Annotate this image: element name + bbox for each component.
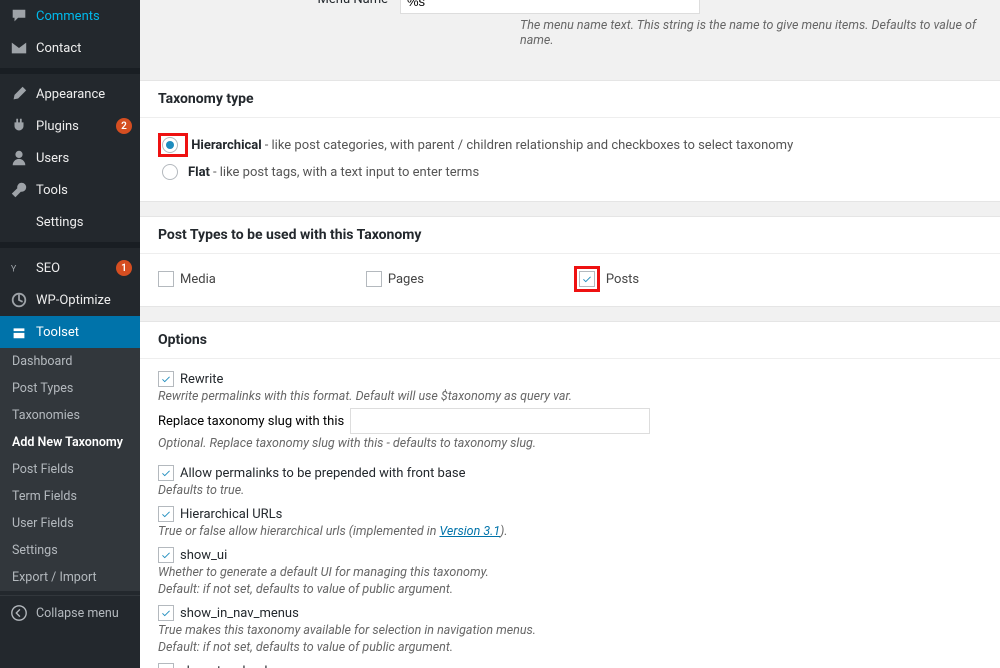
sliders-icon (10, 213, 28, 231)
checkbox-tagcloud[interactable] (158, 663, 174, 668)
highlight-posts (574, 266, 600, 292)
checkbox-posts-label: Posts (606, 272, 639, 287)
options-title: Options (158, 332, 982, 348)
menu-name-input[interactable] (400, 0, 700, 14)
menu-name-desc: The menu name text. This string is the n… (520, 14, 1000, 58)
submenu-dashboard[interactable]: Dashboard (0, 348, 140, 375)
checkbox-show-nav[interactable] (158, 605, 174, 621)
sidebar-item-toolset[interactable]: Toolset (0, 316, 140, 348)
rewrite-label: Rewrite (180, 372, 223, 387)
hier-urls-hint: True or false allow hierarchical urls (i… (158, 524, 982, 539)
checkbox-front-base[interactable] (158, 465, 174, 481)
comments-icon (10, 7, 28, 25)
options-panel: Options Rewrite Rewrite permalinks with … (140, 321, 1000, 668)
tagcloud-label: show_tagcloud (180, 664, 267, 668)
show-ui-hint2: Default: if not set, defaults to value o… (158, 582, 982, 597)
admin-sidebar: Comments Contact Appearance Plugins 2 Us… (0, 0, 140, 668)
hier-urls-label: Hierarchical URLs (180, 507, 282, 522)
wrench-icon (10, 181, 28, 199)
sidebar-item-label: Contact (36, 41, 132, 56)
sidebar-item-label: SEO (36, 261, 108, 276)
sidebar-item-label: Settings (36, 215, 132, 230)
collapse-icon (10, 604, 28, 622)
sidebar-item-label: Toolset (36, 325, 132, 340)
sidebar-item-seo[interactable]: Y SEO 1 (0, 252, 140, 284)
submenu-taxonomies[interactable]: Taxonomies (0, 402, 140, 429)
collapse-menu[interactable]: Collapse menu (0, 595, 140, 630)
radio-hierarchical-label: Hierarchical (191, 138, 261, 153)
submenu-user-fields[interactable]: User Fields (0, 510, 140, 537)
seo-icon: Y (10, 259, 28, 277)
content-area: Menu Name The menu name text. This strin… (140, 0, 1000, 668)
replace-slug-input[interactable] (350, 408, 650, 434)
toolset-submenu: Dashboard Post Types Taxonomies Add New … (0, 348, 140, 591)
sidebar-item-tools[interactable]: Tools (0, 174, 140, 206)
submenu-settings[interactable]: Settings (0, 537, 140, 564)
sidebar-item-wpoptimize[interactable]: WP-Optimize (0, 284, 140, 316)
submenu-post-types[interactable]: Post Types (0, 375, 140, 402)
sidebar-item-comments[interactable]: Comments (0, 0, 140, 32)
post-types-panel: Post Types to be used with this Taxonomy… (140, 216, 1000, 307)
show-nav-hint1: True makes this taxonomy available for s… (158, 623, 982, 638)
menu-name-label: Menu Name (160, 0, 400, 7)
checkbox-pages[interactable] (366, 271, 382, 287)
svg-text:Y: Y (11, 265, 17, 275)
checkbox-media-label: Media (180, 272, 216, 287)
show-nav-label: show_in_nav_menus (180, 606, 299, 621)
radio-hierarchical-desc: - like post categories, with parent / ch… (265, 138, 794, 153)
show-ui-hint1: Whether to generate a default UI for man… (158, 565, 982, 580)
checkbox-hier-urls[interactable] (158, 506, 174, 522)
checkbox-media[interactable] (158, 271, 174, 287)
front-base-label: Allow permalinks to be prepended with fr… (180, 466, 466, 481)
radio-hierarchical[interactable] (162, 137, 178, 153)
checkbox-show-ui[interactable] (158, 547, 174, 563)
optimize-icon (10, 291, 28, 309)
rewrite-hint: Rewrite permalinks with this format. Def… (158, 389, 982, 404)
sidebar-item-users[interactable]: Users (0, 142, 140, 174)
post-types-title: Post Types to be used with this Taxonomy (158, 227, 982, 243)
taxonomy-type-title: Taxonomy type (158, 91, 982, 107)
sidebar-item-label: Tools (36, 183, 132, 198)
replace-slug-label: Replace taxonomy slug with this (158, 414, 344, 429)
radio-flat[interactable] (162, 164, 178, 180)
show-ui-label: show_ui (180, 548, 227, 563)
plug-icon (10, 117, 28, 135)
seo-badge: 1 (116, 260, 132, 276)
sidebar-item-label: Plugins (36, 119, 108, 134)
brush-icon (10, 85, 28, 103)
sidebar-item-contact[interactable]: Contact (0, 32, 140, 64)
sidebar-item-appearance[interactable]: Appearance (0, 78, 140, 110)
sidebar-item-settings[interactable]: Settings (0, 206, 140, 238)
plugins-badge: 2 (116, 118, 132, 134)
checkbox-posts[interactable] (579, 271, 595, 287)
submenu-post-fields[interactable]: Post Fields (0, 456, 140, 483)
radio-flat-label: Flat (188, 165, 210, 180)
replace-slug-hint: Optional. Replace taxonomy slug with thi… (158, 436, 982, 451)
sidebar-item-label: Users (36, 151, 132, 166)
submenu-add-new-taxonomy[interactable]: Add New Taxonomy (0, 429, 140, 456)
sidebar-item-label: WP-Optimize (36, 293, 132, 308)
collapse-label: Collapse menu (36, 606, 119, 621)
sidebar-item-label: Appearance (36, 87, 132, 102)
separator (0, 68, 140, 74)
highlight-hierarchical (158, 133, 188, 157)
radio-flat-desc: - like post tags, with a text input to e… (213, 165, 479, 180)
mail-icon (10, 39, 28, 57)
sidebar-item-plugins[interactable]: Plugins 2 (0, 110, 140, 142)
separator (0, 242, 140, 248)
checkbox-pages-label: Pages (388, 272, 424, 287)
show-nav-hint2: Default: if not set, defaults to value o… (158, 640, 982, 655)
toolset-icon (10, 323, 28, 341)
submenu-term-fields[interactable]: Term Fields (0, 483, 140, 510)
taxonomy-type-panel: Taxonomy type Hierarchical - like post c… (140, 80, 1000, 202)
version-link[interactable]: Version 3.1 (439, 524, 500, 539)
submenu-export-import[interactable]: Export / Import (0, 564, 140, 591)
checkbox-rewrite[interactable] (158, 371, 174, 387)
sidebar-item-label: Comments (36, 9, 132, 24)
user-icon (10, 149, 28, 167)
front-base-hint: Defaults to true. (158, 483, 982, 498)
